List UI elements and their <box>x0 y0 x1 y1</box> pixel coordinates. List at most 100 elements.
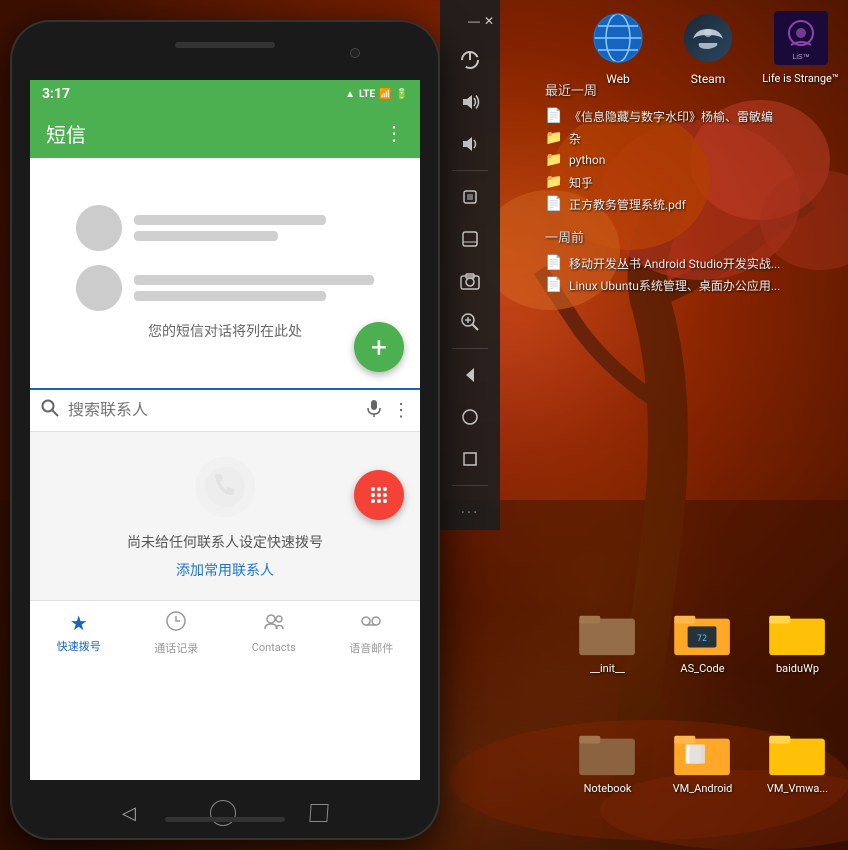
recent-item-0[interactable]: 📄 《信息隐藏与数字水印》杨榆、雷敏编 <box>545 105 848 127</box>
life-is-strange-icon: LiS™ <box>771 8 831 68</box>
panel-volume-down-btn[interactable] <box>451 126 489 162</box>
voicemail-label: 语音邮件 <box>349 640 393 656</box>
nav-contacts[interactable]: Contacts <box>225 611 323 654</box>
folder-baidu[interactable]: baiduWp <box>755 610 840 675</box>
panel-rotate-btn[interactable] <box>451 179 489 215</box>
battery-icon: 🔋 <box>396 89 408 100</box>
phone-body: 3:17 ▲ LTE 📶 🔋 短信 ⋮ <box>10 20 440 840</box>
steam-icon <box>678 8 738 68</box>
wifi-icon: ▲ <box>345 89 355 100</box>
svg-text:LiS™: LiS™ <box>792 54 809 61</box>
phone-screen: 3:17 ▲ LTE 📶 🔋 短信 ⋮ <box>30 80 420 780</box>
voicemail-icon <box>360 610 382 637</box>
search-icon <box>40 398 60 423</box>
hw-back-btn[interactable]: ◁ <box>122 803 136 824</box>
panel-camera-btn[interactable] <box>451 263 489 299</box>
nav-quick-dial[interactable]: ★ 快速拨号 <box>30 611 128 654</box>
msg-line-1-1 <box>134 215 326 225</box>
phone-container: 3:17 ▲ LTE 📶 🔋 短信 ⋮ <box>10 20 440 840</box>
empty-msg-text: 您的短信对话将列在此处 <box>148 321 302 341</box>
folder-baidu-label: baiduWp <box>776 662 819 675</box>
hw-nav-bar: ◁ <box>85 800 365 826</box>
recent-item-4[interactable]: 📄 正方教务管理系统.pdf <box>545 193 848 215</box>
mic-icon[interactable] <box>364 398 384 423</box>
msg-line-2-1 <box>134 275 374 285</box>
front-camera <box>350 48 360 58</box>
recent-item-6[interactable]: 📄 Linux Ubuntu系统管理、桌面办公应用... <box>545 274 848 296</box>
header-menu-icon[interactable]: ⋮ <box>384 121 404 145</box>
msg-lines-2 <box>134 275 374 301</box>
call-log-icon <box>165 610 187 637</box>
message-placeholder <box>50 205 400 311</box>
panel-minimize-btn[interactable]: — <box>468 14 480 28</box>
compose-fab[interactable]: + <box>354 322 404 372</box>
contacts-icon <box>263 611 285 638</box>
search-area: ⋮ <box>30 388 420 432</box>
folder-vm-android-icon <box>673 730 733 780</box>
folder-init[interactable]: __init__ <box>565 610 650 675</box>
panel-volume-up-btn[interactable] <box>451 84 489 120</box>
panel-sep-3 <box>452 485 488 486</box>
folder-notebook-icon <box>578 730 638 780</box>
dialpad-fab[interactable] <box>354 470 404 520</box>
panel-sep-1 <box>452 170 488 171</box>
folder-as-code[interactable]: 72 AS_Code <box>660 610 745 675</box>
panel-home-btn[interactable] <box>451 399 489 435</box>
lte-label: LTE <box>359 89 375 100</box>
folder-notebook[interactable]: Notebook <box>565 730 650 795</box>
folder-as-code-label: AS_Code <box>680 662 724 675</box>
recent-file-name-2: python <box>569 153 605 167</box>
status-icons: ▲ LTE 📶 🔋 <box>345 89 408 100</box>
folder-init-icon <box>578 610 638 660</box>
msg-line-1-2 <box>134 231 278 241</box>
folder-vm-vmwa[interactable]: VM_Vmwa... <box>755 730 840 795</box>
call-log-label: 通话记录 <box>154 640 198 656</box>
hw-home-btn[interactable] <box>210 800 236 826</box>
recent-section1-title: 最近一周 <box>545 80 848 99</box>
panel-more-btn[interactable]: ··· <box>451 494 489 530</box>
msg-lines-1 <box>134 215 374 241</box>
recent-file-name-1: 杂 <box>569 130 581 147</box>
recent-file-name-3: 知乎 <box>569 174 593 191</box>
quick-dial-empty-text: 尚未给任何联系人设定快速拨号 <box>127 532 323 552</box>
bottom-speaker <box>165 817 285 822</box>
folder-init-label: __init__ <box>590 662 625 675</box>
recent-file-name-0: 《信息隐藏与数字水印》杨榆、雷敏编 <box>569 108 773 125</box>
status-bar: 3:17 ▲ LTE 📶 🔋 <box>30 80 420 108</box>
recent-section2-title: 一周前 <box>545 227 848 246</box>
svg-text:72: 72 <box>696 634 706 644</box>
folder-vm-android[interactable]: VM_Android <box>660 730 745 795</box>
msg-row-1 <box>76 205 374 251</box>
folder-notebook-label: Notebook <box>584 782 632 795</box>
panel-eraser-btn[interactable] <box>451 221 489 257</box>
hw-recents-btn[interactable] <box>309 804 328 822</box>
folder-icon-3: 📁 <box>545 173 563 191</box>
panel-top-buttons: — ✕ <box>440 10 500 36</box>
speaker-grill <box>175 42 275 48</box>
panel-zoom-btn[interactable] <box>451 304 489 340</box>
msg-row-2 <box>76 265 374 311</box>
recent-item-1[interactable]: 📁 杂 <box>545 127 848 149</box>
panel-recents-btn[interactable] <box>451 441 489 477</box>
signal-icon: 📶 <box>379 89 391 100</box>
avatar-1 <box>76 205 122 251</box>
recent-item-3[interactable]: 📁 知乎 <box>545 171 848 193</box>
recent-item-2[interactable]: 📁 python <box>545 149 848 171</box>
messages-area: 您的短信对话将列在此处 + <box>30 158 420 388</box>
pdf-icon-5: 📄 <box>545 254 563 272</box>
search-more-icon[interactable]: ⋮ <box>392 400 410 421</box>
app-title: 短信 <box>46 119 86 148</box>
msg-line-2-2 <box>134 291 326 301</box>
side-panel: — ✕ <box>440 0 500 530</box>
recent-item-5[interactable]: 📄 移动开发丛书 Android Studio开发实战... <box>545 252 848 274</box>
desktop: Web Steam <box>0 0 848 850</box>
add-contact-link[interactable]: 添加常用联系人 <box>176 560 274 580</box>
search-input[interactable] <box>68 402 356 420</box>
folder-as-code-icon: 72 <box>673 610 733 660</box>
panel-power-btn[interactable] <box>451 42 489 78</box>
nav-voicemail[interactable]: 语音邮件 <box>323 610 421 656</box>
panel-close-btn[interactable]: ✕ <box>484 14 494 28</box>
panel-back-btn[interactable] <box>451 357 489 393</box>
nav-call-log[interactable]: 通话记录 <box>128 610 226 656</box>
folder-vm-android-label: VM_Android <box>673 782 733 795</box>
